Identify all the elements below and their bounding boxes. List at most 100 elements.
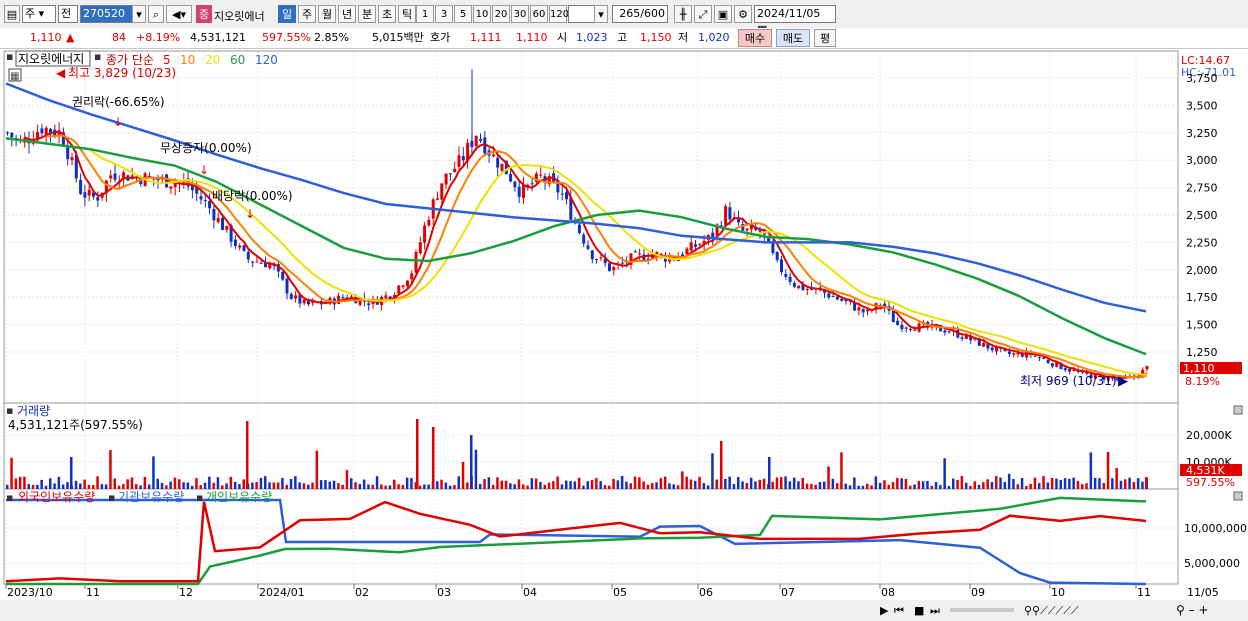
interval-button-1[interactable]: 1 xyxy=(416,5,434,23)
volume-bar xyxy=(1003,481,1007,489)
volume-bar xyxy=(298,482,301,489)
tab-period-2[interactable]: 월 xyxy=(318,5,336,23)
volume-bar xyxy=(1102,483,1105,489)
volume-bar xyxy=(672,484,675,489)
price-tick-10: 1,250 xyxy=(1186,346,1218,359)
legend-box-icon[interactable]: ▪ xyxy=(6,50,13,63)
volume-spike xyxy=(246,421,249,489)
prev-button[interactable]: 전 xyxy=(58,5,78,23)
tab-period-5[interactable]: 초 xyxy=(378,5,396,23)
volume-bar xyxy=(706,485,710,489)
candle-body xyxy=(909,328,912,330)
gear-icon[interactable]: ⚙ xyxy=(734,5,752,23)
volume-bar xyxy=(681,471,684,489)
candle-body xyxy=(436,198,439,200)
tab-period-6[interactable]: 틱 xyxy=(398,5,416,23)
candle-body xyxy=(423,225,427,243)
candle-body xyxy=(70,157,74,161)
volume-bar xyxy=(49,478,52,489)
price-y-axis: 3,750 3,500 3,250 3,000 2,750 2,500 2,250 2,000… xyxy=(1186,72,1218,359)
volume-bar xyxy=(737,477,740,489)
scroll-next-icon[interactable]: ⏭ xyxy=(930,604,940,617)
volume-bar xyxy=(479,484,482,489)
draw-tool-icon[interactable]: ⤢ xyxy=(694,5,712,23)
candle-body xyxy=(233,239,237,247)
candle-body xyxy=(599,257,603,259)
interval-dropdown-icon[interactable]: ▾ xyxy=(594,5,608,23)
interval-button-10[interactable]: 10 xyxy=(473,5,491,23)
save-icon[interactable]: ▣ xyxy=(714,5,732,23)
candle-body xyxy=(539,174,543,176)
menu-icon[interactable]: ▤ xyxy=(4,5,20,23)
candle-body xyxy=(522,184,525,198)
volume-bar xyxy=(934,482,938,489)
volume-bar xyxy=(960,476,964,489)
candle-body xyxy=(771,243,775,254)
candle-body xyxy=(216,217,220,223)
interval-button-30[interactable]: 30 xyxy=(511,5,529,23)
scroll-right-icon[interactable]: ▶ xyxy=(880,604,889,617)
candle-body xyxy=(113,173,117,180)
tab-period-3[interactable]: 년 xyxy=(338,5,356,23)
count-input[interactable]: 265/600 xyxy=(612,5,668,23)
evaluate-button[interactable]: 평 xyxy=(814,29,836,47)
vol-tick-20000k: 20,000K xyxy=(1186,429,1232,442)
volume-bar xyxy=(251,482,254,489)
buy-button[interactable]: 매수 xyxy=(738,29,772,47)
interval-button-3[interactable]: 3 xyxy=(435,5,453,23)
candle-body xyxy=(440,183,444,200)
zoom-icon[interactable]: ⚲ – + xyxy=(1176,603,1208,617)
volume-bar xyxy=(509,483,512,489)
volume-bar xyxy=(1085,483,1088,489)
market-select[interactable]: 주 ▾ xyxy=(22,5,56,23)
volume-bar xyxy=(625,481,628,489)
holding-panel-close-icon[interactable] xyxy=(1233,491,1243,501)
tab-period-0[interactable]: 일 xyxy=(278,5,296,23)
zoom-tools-icon[interactable]: ⚲⚲⟋⟋⟋⟋⟋ xyxy=(1024,604,1079,617)
stop-icon[interactable]: ■ xyxy=(914,604,924,617)
volume-bar xyxy=(891,482,895,489)
tab-period-4[interactable]: 분 xyxy=(358,5,376,23)
volume-bar xyxy=(57,476,61,489)
volume-bar xyxy=(1106,452,1110,489)
price-tick-6: 2,250 xyxy=(1186,236,1218,249)
volume-bar xyxy=(324,480,327,489)
interval-button-5[interactable]: 5 xyxy=(454,5,472,23)
search-icon[interactable]: ⌕ xyxy=(148,5,164,23)
holding-lines xyxy=(5,496,1147,586)
candle-body xyxy=(960,337,964,339)
volume-bar xyxy=(186,482,190,489)
volume-bar xyxy=(1050,478,1054,489)
interval-button-60[interactable]: 60 xyxy=(530,5,548,23)
volume-bar xyxy=(577,477,581,489)
interval-button-120[interactable]: 120 xyxy=(549,5,569,23)
volume-bar xyxy=(831,478,835,489)
candle-body xyxy=(745,228,749,231)
tab-period-1[interactable]: 주 xyxy=(298,5,316,23)
volume-bar xyxy=(104,484,108,489)
volume-bar xyxy=(986,479,989,489)
candle-body xyxy=(866,309,869,312)
scroll-slider[interactable] xyxy=(950,608,1014,612)
volume-bar xyxy=(96,476,99,489)
volume-bar xyxy=(513,484,516,489)
candle-body xyxy=(689,242,693,251)
stock-chart[interactable]: ▪ 지오릿에너지 ▪ 종가 단순 5 10 20 60 120 ▦ LC:14.67 H… xyxy=(0,48,1248,621)
sell-button[interactable]: 매도 xyxy=(776,29,810,47)
interval-button-20[interactable]: 20 xyxy=(492,5,510,23)
speaker-icon[interactable]: ◀▾ xyxy=(166,5,192,23)
candle-body xyxy=(341,297,345,299)
candle-body xyxy=(251,261,255,263)
legend-ma-label: 종가 단순 xyxy=(106,53,154,67)
candle-type-icon[interactable]: ╫ xyxy=(674,5,692,23)
date-input[interactable]: 2024/11/05 ▦ xyxy=(754,5,836,36)
volume-bar xyxy=(135,484,138,489)
volume-bar xyxy=(311,482,314,489)
scroll-prev-icon[interactable]: ⏮ xyxy=(894,604,904,617)
volume-bar xyxy=(341,484,344,489)
ask-label: 호가 xyxy=(430,31,451,44)
volume-bar xyxy=(302,483,306,489)
volume-bar xyxy=(982,482,985,489)
code-dropdown-icon[interactable]: ▾ xyxy=(132,5,146,23)
volume-panel-close-icon[interactable] xyxy=(1233,405,1243,415)
